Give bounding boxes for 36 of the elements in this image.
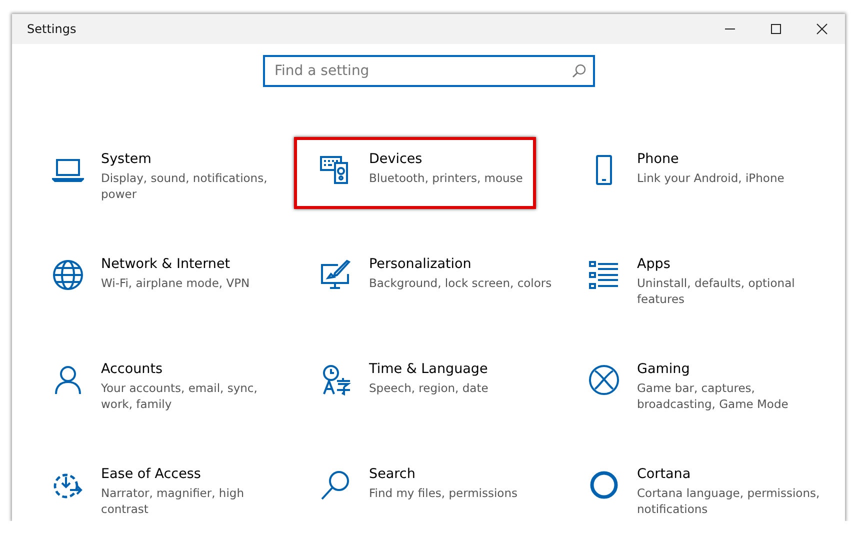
category-link[interactable]: Personalization [369,256,559,272]
search-field[interactable]: Find a setting [262,55,594,87]
category-link[interactable]: System [101,151,291,167]
category-description: Display, sound, notifications, power [101,170,268,202]
category-description: Game bar, captures, broadcasting, Game Mode [637,380,790,412]
category-link[interactable]: Accounts [101,361,291,377]
category-link[interactable]: Network & Internet [101,256,291,272]
category-description: Bluetooth, printers, mouse [369,170,524,186]
globe-icon [52,259,84,291]
category-description: Speech, region, date [369,380,490,396]
category-link[interactable]: Time & Language [369,361,559,377]
close-icon [816,23,828,35]
category-link[interactable]: Ease of Access [101,466,291,482]
category-description: Uninstall, defaults, optional features [637,275,796,307]
category-description: Narrator, magnifier, high contrast [101,485,245,517]
maximize-icon [770,23,782,35]
list-icon [588,259,620,291]
window-title: Settings [26,22,76,36]
search-icon [572,64,586,78]
clock-and-letters-icon [320,364,352,396]
monitor-and-brush-icon [320,259,352,291]
category-link[interactable]: Apps [637,256,827,272]
category-link[interactable]: Phone [637,151,827,167]
category-link[interactable]: Search [369,466,559,482]
category-description: Cortana language, permissions, notifications [637,485,821,517]
category-description: Find my files, permissions [369,485,518,501]
category-link[interactable]: Cortana [637,466,827,482]
person-icon [52,364,84,396]
magnifier-icon [320,469,352,501]
category-description: Link your Android, iPhone [637,170,786,186]
category-link[interactable]: Gaming [637,361,827,377]
category-description: Wi-Fi, airplane mode, VPN [101,275,251,291]
category-description: Background, lock screen, colors [369,275,553,291]
category-link[interactable]: Devices [369,151,559,167]
ring-icon [588,469,620,501]
category-description: Your accounts, email, sync, work, family [101,380,258,412]
